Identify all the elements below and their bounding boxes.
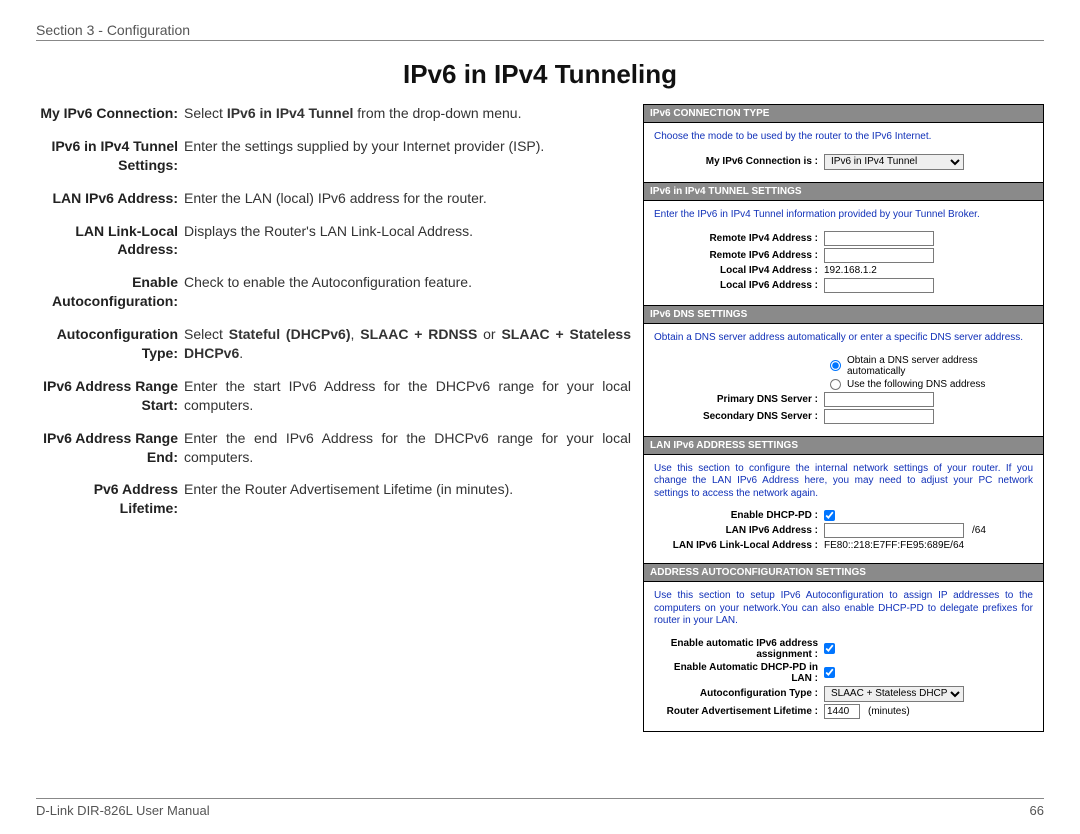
definition-row: Enable Autoconfiguration:Check to enable… (36, 273, 631, 311)
local-ipv4-value: 192.168.1.2 (824, 265, 877, 276)
local-ipv4-label: Local IPv4 Address : (654, 265, 824, 276)
definition-description: Enter the settings supplied by your Inte… (184, 137, 631, 175)
enable-auto-dhcp-pd-lan-label: Enable Automatic DHCP-PD in LAN : (654, 662, 824, 684)
definition-description: Enter the start IPv6 Address for the DHC… (184, 377, 631, 415)
remote-ipv6-label: Remote IPv6 Address : (654, 250, 824, 261)
definition-row: My IPv6 Connection:Select IPv6 in IPv4 T… (36, 104, 631, 123)
dns-manual-label: Use the following DNS address (847, 379, 985, 390)
lan-linklocal-label: LAN IPv6 Link-Local Address : (654, 540, 824, 551)
definition-row: IPv6 in IPv4 Tunnel Settings:Enter the s… (36, 137, 631, 175)
panel-desc: Enter the IPv6 in IPv4 Tunnel informatio… (654, 209, 1033, 222)
definitions-column: My IPv6 Connection:Select IPv6 in IPv4 T… (36, 104, 631, 732)
panel-body-autoconfig: Use this section to setup IPv6 Autoconfi… (644, 582, 1043, 731)
panel-body-dns-settings: Obtain a DNS server address automaticall… (644, 324, 1043, 437)
router-adv-lifetime-input[interactable] (824, 704, 860, 719)
panel-desc: Choose the mode to be used by the router… (654, 131, 1033, 144)
panel-desc: Use this section to setup IPv6 Autoconfi… (654, 590, 1033, 628)
definition-description: Enter the end IPv6 Address for the DHCPv… (184, 429, 631, 467)
panel-header-lan-ipv6: LAN IPv6 ADDRESS SETTINGS (644, 437, 1043, 455)
my-ipv6-connection-label: My IPv6 Connection is : (654, 156, 824, 167)
definition-row: LAN Link-Local Address:Displays the Rout… (36, 222, 631, 260)
definition-label: LAN Link-Local Address: (36, 222, 184, 260)
dns-auto-radio[interactable] (830, 360, 841, 371)
section-header: Section 3 - Configuration (36, 22, 1044, 41)
panel-header-dns-settings: IPv6 DNS SETTINGS (644, 306, 1043, 324)
page-footer: D-Link DIR-826L User Manual 66 (36, 798, 1044, 818)
definition-row: Pv6 Address Lifetime:Enter the Router Ad… (36, 480, 631, 518)
definition-label: Pv6 Address Lifetime: (36, 480, 184, 518)
panel-header-connection-type: IPv6 CONNECTION TYPE (644, 105, 1043, 123)
definition-row: IPv6 Address Range End:Enter the end IPv… (36, 429, 631, 467)
secondary-dns-label: Secondary DNS Server : (654, 411, 824, 422)
remote-ipv4-label: Remote IPv4 Address : (654, 233, 824, 244)
primary-dns-label: Primary DNS Server : (654, 394, 824, 405)
panel-header-autoconfig: ADDRESS AUTOCONFIGURATION SETTINGS (644, 564, 1043, 582)
definition-row: LAN IPv6 Address:Enter the LAN (local) I… (36, 189, 631, 208)
definition-label: IPv6 in IPv4 Tunnel Settings: (36, 137, 184, 175)
dns-auto-label: Obtain a DNS server address automaticall… (847, 355, 1033, 377)
main-columns: My IPv6 Connection:Select IPv6 in IPv4 T… (36, 104, 1044, 732)
enable-auto-ipv6-label: Enable automatic IPv6 address assignment… (654, 638, 824, 660)
panel-body-lan-ipv6: Use this section to configure the intern… (644, 455, 1043, 565)
footer-page-number: 66 (1030, 803, 1044, 818)
secondary-dns-input[interactable] (824, 409, 934, 424)
autoconfig-type-select[interactable]: SLAAC + Stateless DHCPv6 (824, 686, 964, 702)
panel-body-tunnel-settings: Enter the IPv6 in IPv4 Tunnel informatio… (644, 201, 1043, 307)
definition-description: Check to enable the Autoconfiguration fe… (184, 273, 631, 311)
router-adv-lifetime-label: Router Advertisement Lifetime : (654, 706, 824, 717)
definition-description: Displays the Router's LAN Link-Local Add… (184, 222, 631, 260)
primary-dns-input[interactable] (824, 392, 934, 407)
definition-description: Select Stateful (DHCPv6), SLAAC + RDNSS … (184, 325, 631, 363)
lan-linklocal-value: FE80::218:E7FF:FE95:689E/64 (824, 540, 964, 551)
lan-ipv6-suffix: /64 (972, 525, 986, 536)
panel-desc: Obtain a DNS server address automaticall… (654, 332, 1033, 345)
router-adv-lifetime-unit: (minutes) (868, 706, 910, 717)
remote-ipv6-input[interactable] (824, 248, 934, 263)
definition-label: IPv6 Address Range Start: (36, 377, 184, 415)
router-config-panel: IPv6 CONNECTION TYPE Choose the mode to … (643, 104, 1044, 732)
footer-manual-name: D-Link DIR-826L User Manual (36, 803, 210, 818)
my-ipv6-connection-select[interactable]: IPv6 in IPv4 Tunnel (824, 154, 964, 170)
autoconfig-type-label: Autoconfiguration Type : (654, 688, 824, 699)
definition-label: Autoconfiguration Type: (36, 325, 184, 363)
definition-description: Select IPv6 in IPv4 Tunnel from the drop… (184, 104, 631, 123)
dns-manual-radio[interactable] (830, 379, 841, 390)
remote-ipv4-input[interactable] (824, 231, 934, 246)
definition-label: My IPv6 Connection: (36, 104, 184, 123)
panel-header-tunnel-settings: IPv6 in IPv4 TUNNEL SETTINGS (644, 183, 1043, 201)
panel-desc: Use this section to configure the intern… (654, 463, 1033, 501)
definition-row: IPv6 Address Range Start:Enter the start… (36, 377, 631, 415)
definition-description: Enter the Router Advertisement Lifetime … (184, 480, 631, 518)
local-ipv6-label: Local IPv6 Address : (654, 280, 824, 291)
panel-body-connection-type: Choose the mode to be used by the router… (644, 123, 1043, 183)
page-title: IPv6 in IPv4 Tunneling (36, 59, 1044, 90)
enable-dhcp-pd-label: Enable DHCP-PD : (654, 510, 824, 521)
definition-row: Autoconfiguration Type:Select Stateful (… (36, 325, 631, 363)
enable-auto-dhcp-pd-lan-checkbox[interactable] (824, 667, 835, 678)
enable-auto-ipv6-checkbox[interactable] (824, 643, 835, 654)
lan-ipv6-address-label: LAN IPv6 Address : (654, 525, 824, 536)
definition-label: IPv6 Address Range End: (36, 429, 184, 467)
definition-label: LAN IPv6 Address: (36, 189, 184, 208)
lan-ipv6-address-input[interactable] (824, 523, 964, 538)
definition-description: Enter the LAN (local) IPv6 address for t… (184, 189, 631, 208)
local-ipv6-input[interactable] (824, 278, 934, 293)
enable-dhcp-pd-checkbox[interactable] (824, 510, 835, 521)
definition-label: Enable Autoconfiguration: (36, 273, 184, 311)
